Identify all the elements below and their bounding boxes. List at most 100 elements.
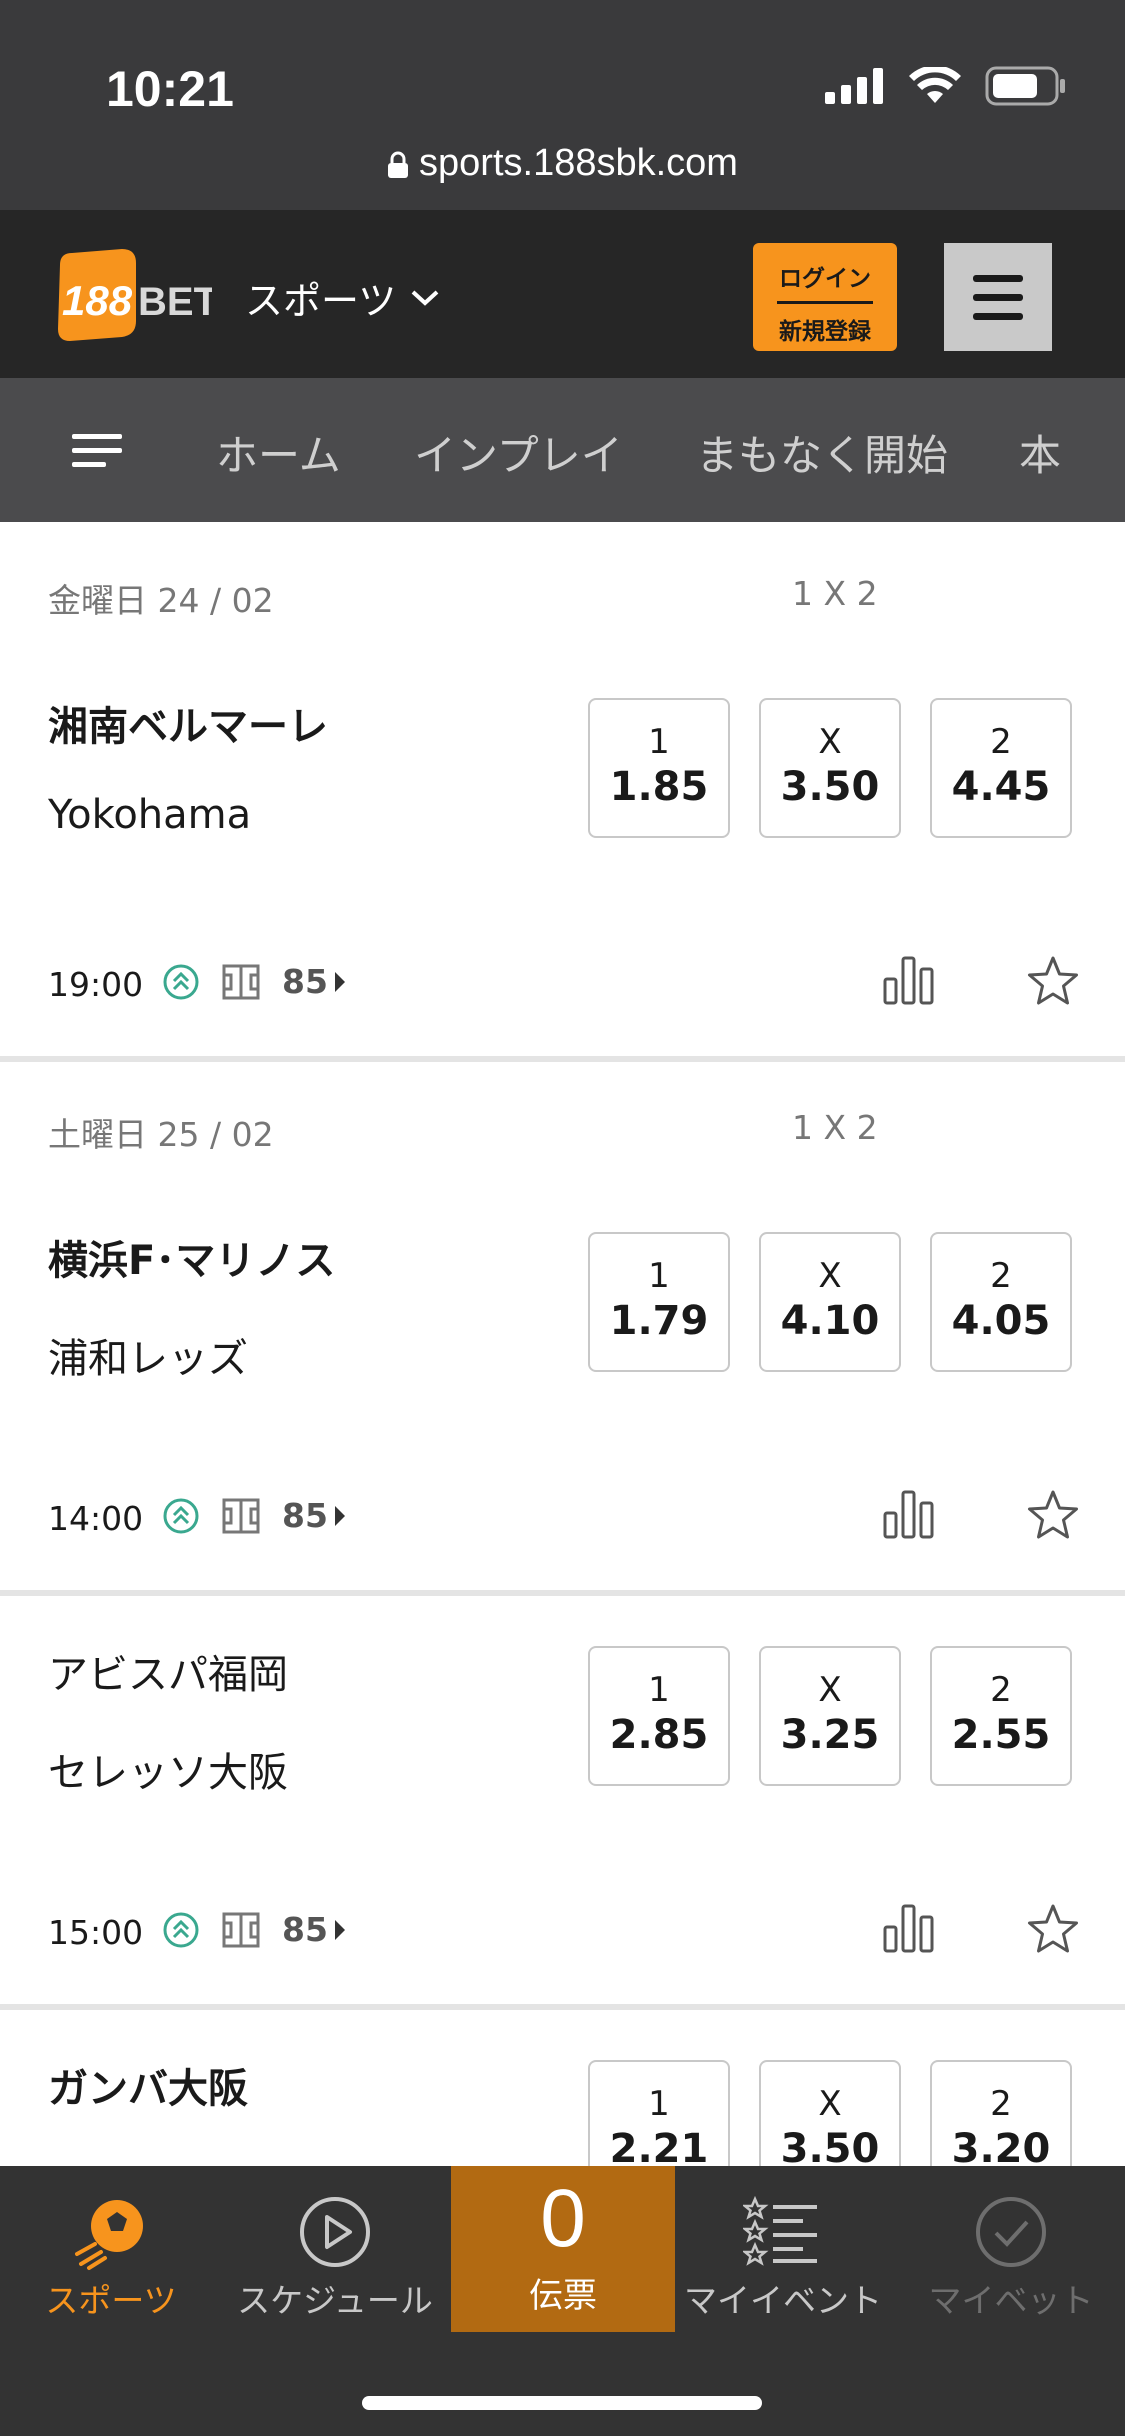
- battery-icon: [985, 66, 1065, 106]
- stats-icon[interactable]: [883, 1903, 935, 1953]
- odds-label: X: [818, 722, 842, 762]
- play-circle-icon: [300, 2197, 370, 2267]
- soccer-ball-icon: [75, 2200, 143, 2270]
- sort-menu-icon[interactable]: [72, 434, 122, 468]
- tab-schedule-label: スケジュール: [237, 2281, 433, 2320]
- nav-more[interactable]: 本: [1019, 422, 1061, 483]
- odds-button-home[interactable]: 1 1.79: [588, 1232, 730, 1372]
- svg-text:188: 188: [62, 277, 133, 324]
- away-team[interactable]: 浦和レッズ: [48, 1326, 248, 1384]
- odds-label: X: [818, 2084, 842, 2124]
- odds-label: 2: [990, 1670, 1012, 1710]
- match-time: 14:00: [48, 1499, 144, 1538]
- nav-starting-soon[interactable]: まもなく開始: [696, 422, 948, 483]
- wifi-icon: [909, 67, 961, 103]
- betslip-label: 伝票: [529, 2276, 597, 2316]
- brand-logo[interactable]: 188 BET: [52, 245, 218, 345]
- pitch-icon[interactable]: [222, 1497, 260, 1535]
- url-bar[interactable]: sports.188sbk.com: [0, 142, 1125, 185]
- odds-value: 1.85: [609, 764, 709, 810]
- sport-selector-label: スポーツ: [245, 279, 397, 323]
- tab-my-events[interactable]: マイイベント: [678, 2190, 888, 2322]
- favorite-star-icon[interactable]: [1026, 955, 1080, 1007]
- odds-label: 2: [990, 1256, 1012, 1296]
- status-time: 10:21: [106, 61, 234, 117]
- caret-right-icon: [334, 1505, 345, 1526]
- favorite-star-icon[interactable]: [1026, 1489, 1080, 1541]
- match-divider: [0, 2004, 1125, 2010]
- markets-count-link[interactable]: 85: [282, 1496, 346, 1535]
- pitch-icon[interactable]: [222, 963, 260, 1001]
- market-header: 1 X 2: [792, 574, 878, 613]
- odds-value: 2.55: [951, 1712, 1051, 1758]
- app-header: 188 BET スポーツ ログイン 新規登録: [0, 210, 1125, 378]
- check-circle-icon: [976, 2197, 1046, 2267]
- odds-label: 2: [990, 722, 1012, 762]
- tab-my-bets[interactable]: マイベット: [906, 2190, 1116, 2322]
- betslip-button[interactable]: 0 伝票: [451, 2166, 675, 2332]
- odds-value: 3.50: [780, 764, 880, 810]
- caret-right-icon: [334, 971, 345, 992]
- login-register-button[interactable]: ログイン 新規登録: [753, 243, 897, 351]
- register-label: 新規登録: [779, 319, 871, 345]
- status-icons: [825, 66, 1067, 106]
- menu-line: [973, 313, 1023, 320]
- match-meta: 85: [162, 1910, 346, 1949]
- url-text: sports.188sbk.com: [419, 142, 738, 184]
- odds-button-draw[interactable]: X 4.10: [759, 1232, 901, 1372]
- odds-button-away[interactable]: 2 4.45: [930, 698, 1072, 838]
- away-team[interactable]: セレッソ大阪: [48, 1740, 288, 1798]
- hamburger-menu-button[interactable]: [944, 243, 1052, 351]
- odds-button-away[interactable]: 2 4.05: [930, 1232, 1072, 1372]
- home-team[interactable]: 横浜F･マリノス: [48, 1228, 335, 1286]
- menu-line: [973, 294, 1023, 301]
- nav-home[interactable]: ホーム: [216, 422, 341, 483]
- tab-sports-label: スポーツ: [45, 2281, 177, 2320]
- tab-my-bets-label: マイベット: [928, 2281, 1094, 2320]
- odds-button-home[interactable]: 1 2.85: [588, 1646, 730, 1786]
- starred-list-icon: [743, 2195, 817, 2266]
- odds-button-home[interactable]: 1 1.85: [588, 698, 730, 838]
- sport-selector[interactable]: スポーツ: [245, 270, 440, 325]
- favorite-star-icon[interactable]: [1026, 1903, 1080, 1955]
- odds-button-draw[interactable]: X 3.50: [759, 698, 901, 838]
- odds-label: 2: [990, 2084, 1012, 2124]
- match-divider: [0, 1590, 1125, 1596]
- menu-line: [973, 275, 1023, 282]
- odds-value: 3.25: [780, 1712, 880, 1758]
- markets-count: 85: [282, 1496, 328, 1535]
- markets-count-link[interactable]: 85: [282, 962, 346, 1001]
- market-header: 1 X 2: [792, 1108, 878, 1147]
- pitch-icon[interactable]: [222, 1911, 260, 1949]
- nav-bar: ホーム インプレイ まもなく開始 本: [0, 378, 1125, 522]
- tab-my-events-label: マイイベント: [684, 2281, 882, 2320]
- match-time: 15:00: [48, 1913, 144, 1952]
- markets-count-link[interactable]: 85: [282, 1910, 346, 1949]
- home-team[interactable]: ガンバ大阪: [48, 2056, 248, 2114]
- nav-inplay[interactable]: インプレイ: [414, 422, 623, 483]
- login-divider: [777, 301, 873, 304]
- away-team[interactable]: Yokohama: [48, 792, 251, 838]
- section-date: 金曜日 24 / 02: [48, 581, 274, 620]
- betslip-count: 0: [540, 2173, 586, 2264]
- tab-schedule[interactable]: スケジュール: [230, 2190, 440, 2322]
- match-time: 19:00: [48, 965, 144, 1004]
- odds-label: 1: [648, 1670, 670, 1710]
- home-team[interactable]: アビスパ福岡: [48, 1642, 288, 1700]
- match-meta: 85: [162, 962, 346, 1001]
- boost-icon: [163, 1912, 199, 1947]
- odds-button-draw[interactable]: X 3.25: [759, 1646, 901, 1786]
- odds-value: 4.10: [780, 1298, 880, 1344]
- home-team[interactable]: 湘南ベルマーレ: [48, 694, 328, 752]
- odds-button-away[interactable]: 2 2.55: [930, 1646, 1072, 1786]
- stats-icon[interactable]: [883, 955, 935, 1005]
- tab-sports[interactable]: スポーツ: [6, 2190, 216, 2322]
- odds-label: 1: [648, 1256, 670, 1296]
- markets-count: 85: [282, 1910, 328, 1949]
- stats-icon[interactable]: [883, 1489, 935, 1539]
- odds-value: 1.79: [609, 1298, 709, 1344]
- home-indicator[interactable]: [362, 2396, 762, 2410]
- odds-value: 4.05: [951, 1298, 1051, 1344]
- chevron-down-icon: [411, 290, 439, 306]
- odds-value: 2.85: [609, 1712, 709, 1758]
